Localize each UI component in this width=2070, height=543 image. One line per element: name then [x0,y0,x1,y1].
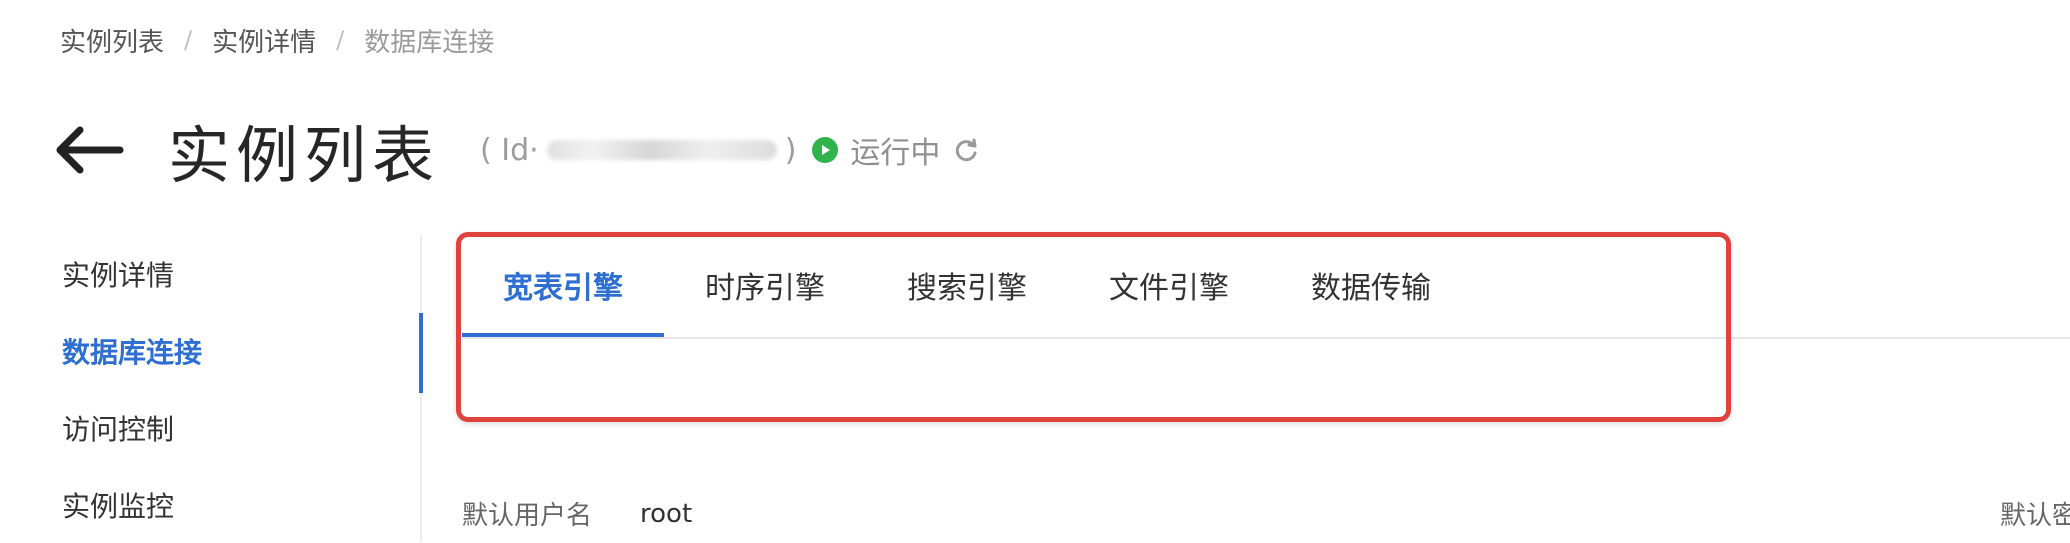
sidebar-active-indicator [419,313,423,393]
breadcrumb-item-db-connection: 数据库连接 [364,27,495,58]
page-title: 实例列表 [168,119,441,192]
breadcrumb-item-instance-list[interactable]: 实例列表 [60,22,164,59]
instance-id-label: ( Id· [480,132,539,168]
sidebar-item-db-connection[interactable]: 数据库连接 [0,312,420,389]
breadcrumb-separator: / [336,26,345,54]
back-arrow-icon[interactable] [52,124,124,176]
default-user-label: 默认用户名 [462,501,593,531]
sidebar-item-instance-details[interactable]: 实例详情 [0,235,420,312]
sidebar-item-instance-monitoring[interactable]: 实例监控 [0,466,420,543]
breadcrumb-separator: / [184,26,193,54]
instance-id-close: ) [784,132,797,168]
refresh-icon[interactable] [952,136,980,164]
play-icon [812,137,839,163]
sidebar-item-access-control[interactable]: 访问控制 [0,389,420,466]
status-text: 运行中 [850,136,941,171]
sidebar: 实例详情 数据库连接 访问控制 实例监控 [0,235,420,543]
default-password-label: 默认密 [2000,501,2070,531]
breadcrumb: 实例列表 / 实例详情 / 数据库连接 [60,20,494,60]
instance-id-redacted [546,140,777,160]
default-user-value: root [640,498,693,529]
default-user-row: 默认用户名 root [462,495,692,532]
instance-meta: ( Id· ) 运行中 [480,128,980,172]
page-header: 实例列表 ( Id· ) 运行中 [52,105,980,195]
breadcrumb-item-instance-details[interactable]: 实例详情 [212,22,316,59]
highlight-box [456,232,1731,422]
